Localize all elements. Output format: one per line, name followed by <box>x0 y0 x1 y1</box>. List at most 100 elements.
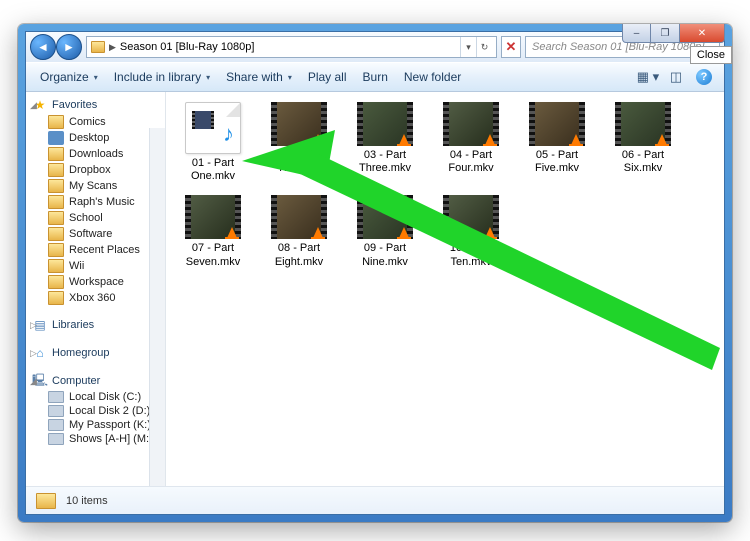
homegroup-header[interactable]: ▷ ⌂ Homegroup <box>26 344 165 362</box>
file-name: 05 - Part Five.mkv <box>524 149 590 175</box>
file-name: 03 - Part Three.mkv <box>352 149 418 175</box>
share-with-menu[interactable]: Share with <box>220 67 298 87</box>
sidebar-item-label: Wii <box>69 260 84 272</box>
include-library-menu[interactable]: Include in library <box>108 67 216 87</box>
maximize-button[interactable]: ❐ <box>651 24 680 43</box>
file-name: 01 - Part One.mkv <box>180 157 246 183</box>
breadcrumb-folder[interactable]: Season 01 [Blu-Ray 1080p] <box>120 41 255 53</box>
sidebar-item-label: Recent Places <box>69 244 140 256</box>
video-thumbnail <box>271 102 327 146</box>
organize-menu[interactable]: Organize <box>34 67 104 87</box>
help-button[interactable]: ? <box>692 66 716 88</box>
folder-icon <box>48 211 64 225</box>
sidebar-item-label: Raph's Music <box>69 196 135 208</box>
sidebar-item[interactable]: Comics <box>26 114 165 130</box>
close-button[interactable]: ✕ <box>680 24 725 43</box>
sidebar-item-label: Shows [A-H] (M:) <box>69 433 153 445</box>
file-name: 10 - Part Ten.mkv <box>438 242 504 268</box>
folder-icon <box>48 275 64 289</box>
folder-icon <box>91 41 105 53</box>
sidebar-item[interactable]: Raph's Music <box>26 194 165 210</box>
file-item[interactable]: 03 - Part Three.mkv <box>352 102 418 183</box>
folder-icon <box>48 131 64 145</box>
back-button[interactable]: ◄ <box>30 34 56 60</box>
status-bar: 10 items <box>26 486 724 514</box>
homegroup-label: Homegroup <box>52 347 109 359</box>
file-item[interactable]: 10 - Part Ten.mkv <box>438 195 504 268</box>
sidebar-drive[interactable]: Shows [A-H] (M:) <box>26 432 165 446</box>
file-name: 02 - Part Two.mkv <box>266 149 332 175</box>
minimize-button[interactable]: – <box>622 24 651 43</box>
drive-icon <box>48 433 64 445</box>
file-item[interactable]: 06 - Part Six.mkv <box>610 102 676 183</box>
forward-button[interactable]: ► <box>56 34 82 60</box>
file-item[interactable]: 07 - Part Seven.mkv <box>180 195 246 268</box>
file-item[interactable]: 09 - Part Nine.mkv <box>352 195 418 268</box>
sidebar-item[interactable]: Workspace <box>26 274 165 290</box>
drive-icon <box>48 419 64 431</box>
preview-pane-button[interactable]: ◫ <box>664 66 688 88</box>
computer-label: Computer <box>52 375 100 387</box>
sidebar-item[interactable]: Wii <box>26 258 165 274</box>
favorites-label: Favorites <box>52 99 97 111</box>
new-folder-button[interactable]: New folder <box>398 67 467 87</box>
sidebar-item[interactable]: Recent Places <box>26 242 165 258</box>
sidebar-item-label: My Passport (K:) <box>69 419 151 431</box>
sidebar-drive[interactable]: My Passport (K:) <box>26 418 165 432</box>
favorites-header[interactable]: ◢ ★ Favorites <box>26 96 165 114</box>
breadcrumb[interactable]: ▶ Season 01 [Blu-Ray 1080p] ▾ ↻ <box>86 36 497 58</box>
sidebar-drive[interactable]: Local Disk (C:) <box>26 390 165 404</box>
sidebar-drive[interactable]: Local Disk 2 (D:) <box>26 404 165 418</box>
file-item[interactable]: 04 - Part Four.mkv <box>438 102 504 183</box>
computer-header[interactable]: ◢ 🖳 Computer <box>26 372 165 390</box>
sidebar-item-label: Workspace <box>69 276 124 288</box>
sidebar-item[interactable]: Software <box>26 226 165 242</box>
sidebar-item[interactable]: Dropbox <box>26 162 165 178</box>
video-thumbnail <box>271 195 327 239</box>
video-thumbnail <box>443 195 499 239</box>
refresh-button[interactable]: ↻ <box>476 37 492 57</box>
sidebar-item[interactable]: Downloads <box>26 146 165 162</box>
file-name: 07 - Part Seven.mkv <box>180 242 246 268</box>
file-item[interactable]: 08 - Part Eight.mkv <box>266 195 332 268</box>
video-thumbnail <box>185 195 241 239</box>
disclosure-icon: ◢ <box>30 100 37 111</box>
video-thumbnail <box>357 102 413 146</box>
folder-icon <box>48 227 64 241</box>
sidebar-item-label: Dropbox <box>69 164 111 176</box>
sidebar-item-label: Local Disk 2 (D:) <box>69 405 150 417</box>
folder-icon <box>48 291 64 305</box>
drive-icon <box>48 391 64 403</box>
sidebar-item[interactable]: Xbox 360 <box>26 290 165 306</box>
disclosure-icon: ◢ <box>30 376 37 387</box>
file-name: 09 - Part Nine.mkv <box>352 242 418 268</box>
file-item[interactable]: ♪ 01 - Part One.mkv <box>180 102 246 183</box>
folder-icon <box>48 147 64 161</box>
close-tooltip: Close <box>690 46 732 64</box>
folder-icon <box>36 493 56 509</box>
file-list[interactable]: ♪ 01 - Part One.mkv 02 - Part Two.mkv 03… <box>166 92 724 486</box>
sidebar-item-label: Local Disk (C:) <box>69 391 141 403</box>
video-thumbnail <box>357 195 413 239</box>
stop-button[interactable]: ✕ <box>501 36 521 58</box>
generic-video-icon: ♪ <box>185 102 241 154</box>
scrollbar[interactable] <box>149 128 165 486</box>
music-note-icon: ♪ <box>223 121 234 147</box>
sidebar-item[interactable]: My Scans <box>26 178 165 194</box>
navigation-pane: ◢ ★ Favorites Comics Desktop Downloads Drop… <box>26 92 166 486</box>
play-all-button[interactable]: Play all <box>302 67 353 87</box>
libraries-label: Libraries <box>52 319 94 331</box>
video-thumbnail <box>615 102 671 146</box>
sidebar-item[interactable]: Desktop <box>26 130 165 146</box>
burn-button[interactable]: Burn <box>357 67 394 87</box>
folder-icon <box>48 115 64 129</box>
sidebar-item-label: Comics <box>69 116 106 128</box>
file-item[interactable]: 02 - Part Two.mkv <box>266 102 332 183</box>
sidebar-item-label: Downloads <box>69 148 123 160</box>
file-item[interactable]: 05 - Part Five.mkv <box>524 102 590 183</box>
view-options-button[interactable]: ▦ ▾ <box>636 66 660 88</box>
disclosure-icon: ▷ <box>30 348 37 359</box>
breadcrumb-dropdown[interactable]: ▾ <box>460 37 476 57</box>
libraries-header[interactable]: ▷ ▤ Libraries <box>26 316 165 334</box>
sidebar-item[interactable]: School <box>26 210 165 226</box>
